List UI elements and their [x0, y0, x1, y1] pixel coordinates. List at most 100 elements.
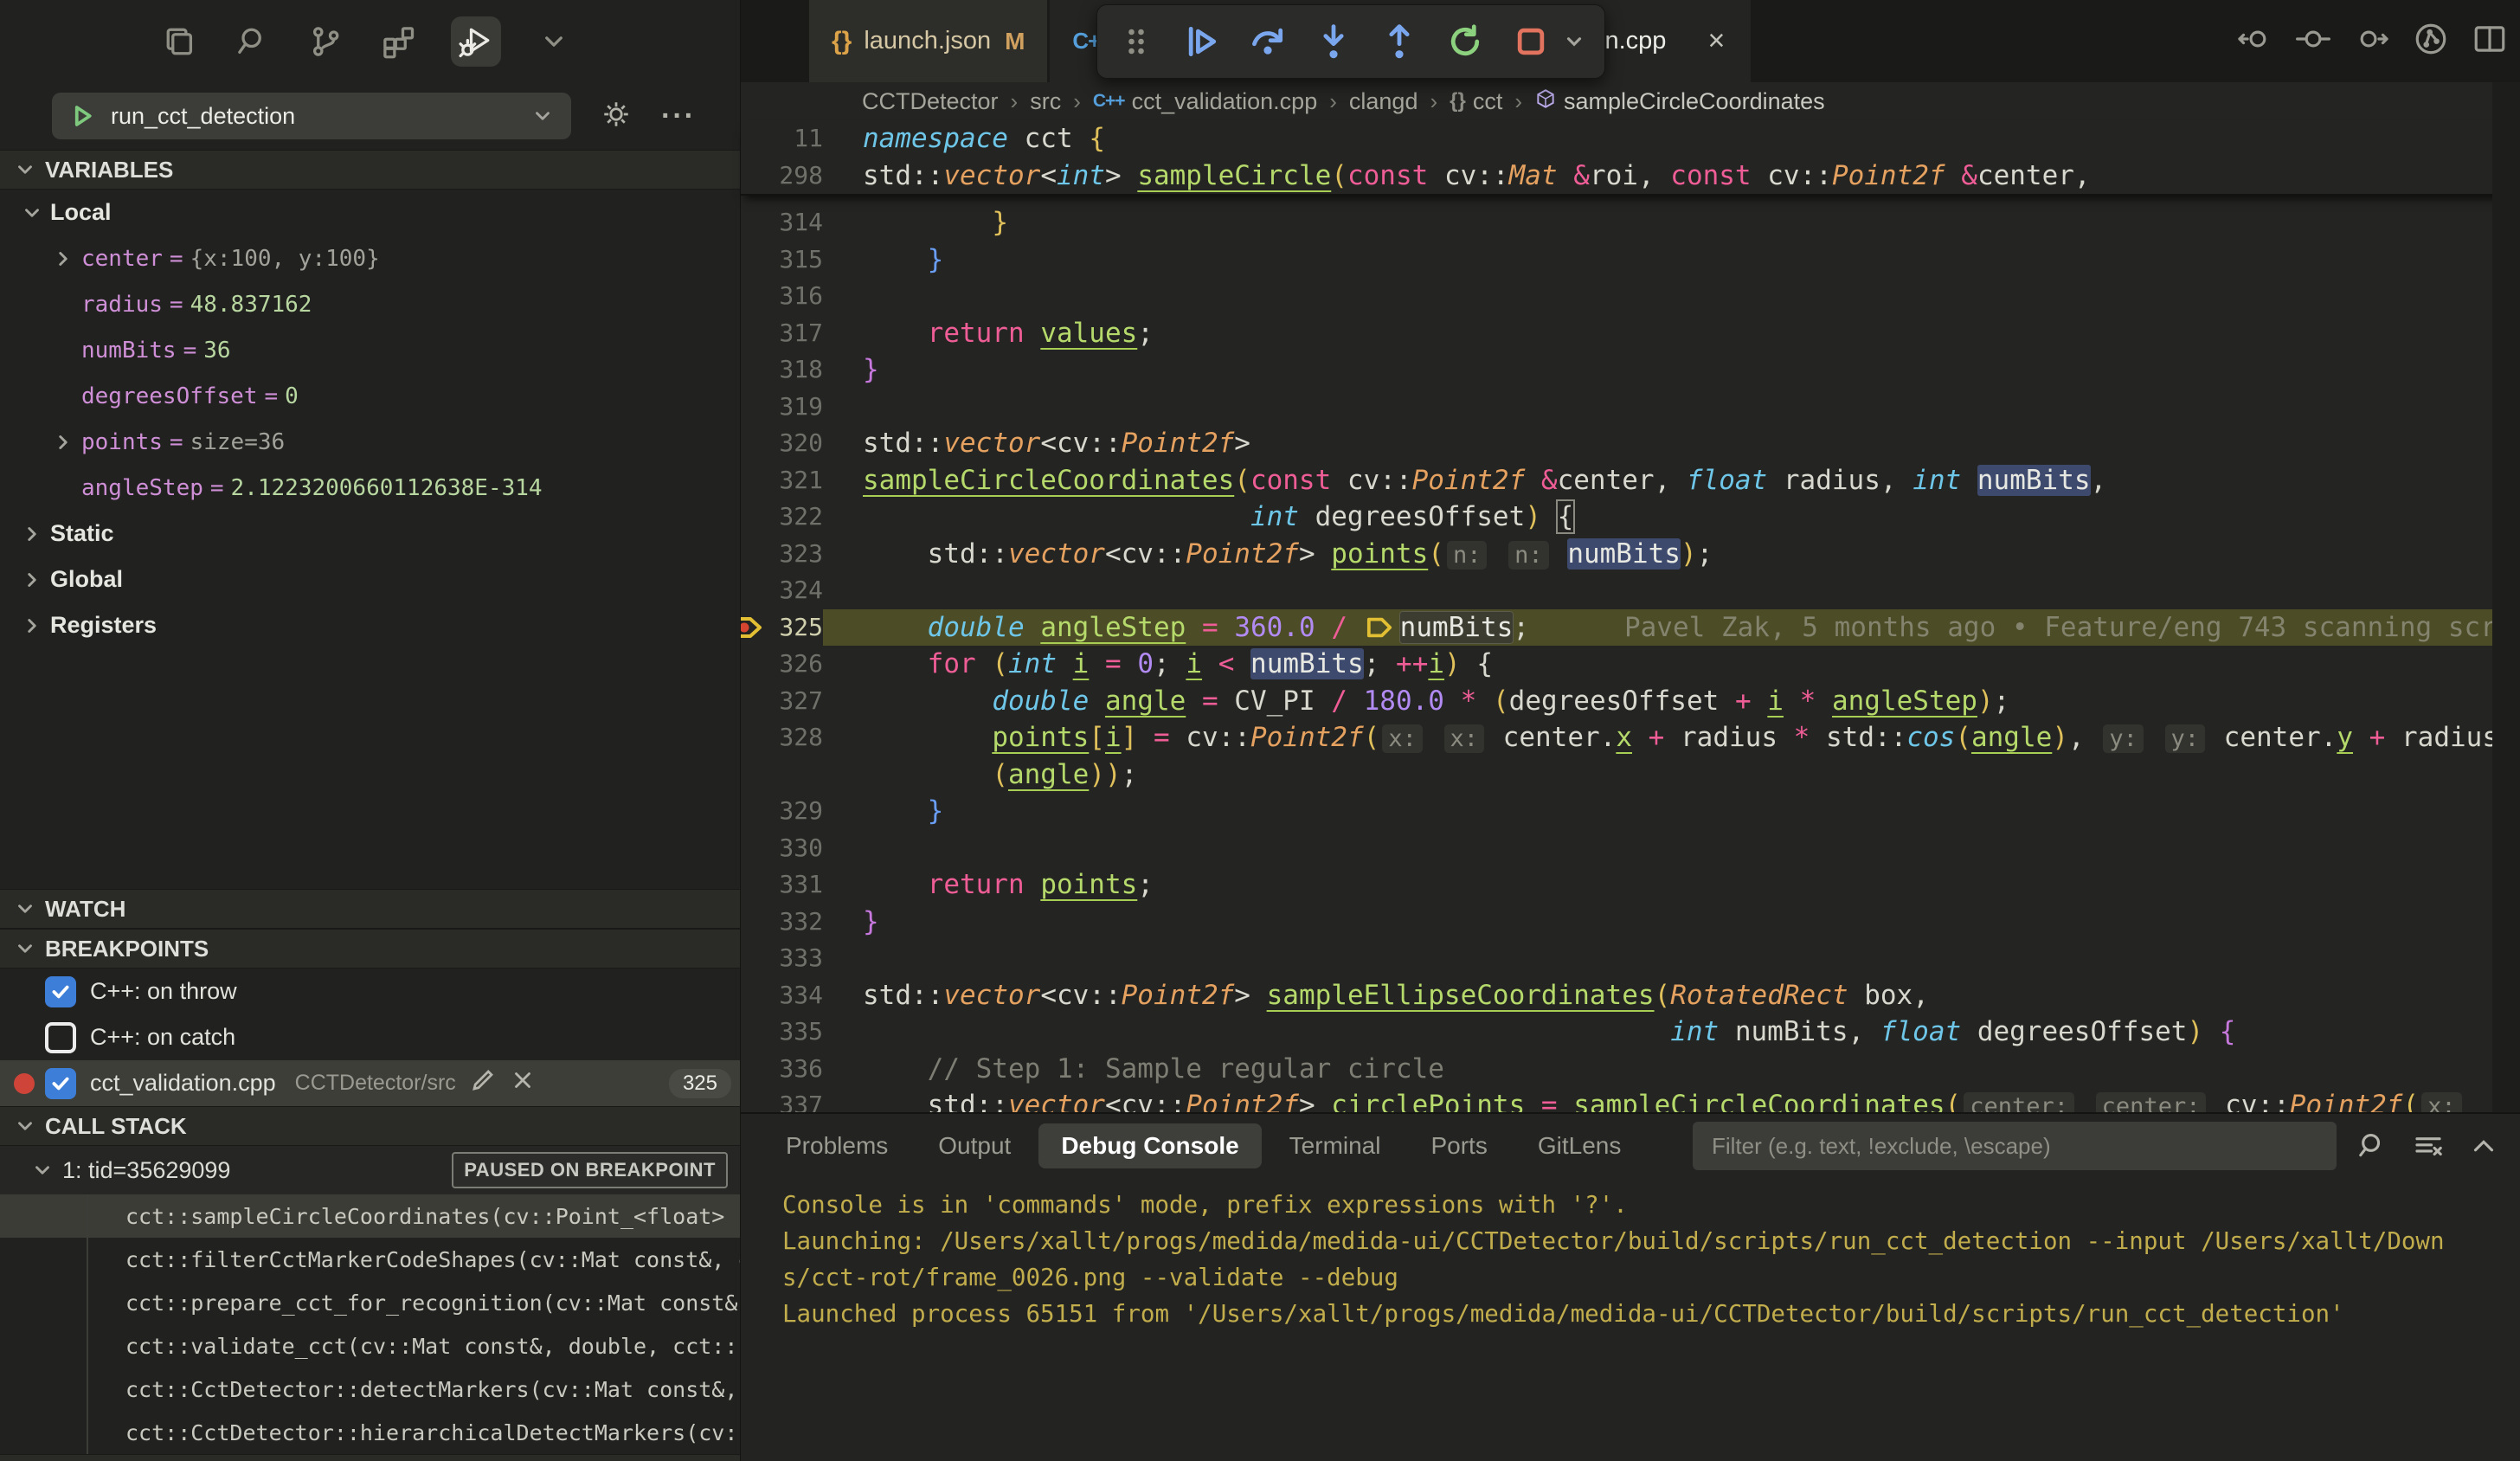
breadcrumb-item[interactable]: src — [1030, 88, 1061, 115]
call-stack-frame[interactable]: cct::prepare_cct_for_recognition(cv::Mat… — [0, 1281, 740, 1324]
call-stack-thread[interactable]: 1: tid=35629099 PAUSED ON BREAKPOINT — [0, 1146, 740, 1194]
close-icon[interactable]: × — [1708, 24, 1726, 58]
code-line[interactable]: 314 } — [741, 204, 2520, 241]
variable-row[interactable]: numBits=36 — [0, 327, 740, 373]
code-line[interactable]: (angle)); — [741, 756, 2520, 794]
line-number[interactable]: 321 — [741, 462, 823, 499]
code-line[interactable]: 316 — [741, 278, 2520, 315]
breakpoint-checkbox[interactable] — [45, 1022, 76, 1053]
modules-header[interactable]: MODULES — [0, 1454, 740, 1461]
code-line[interactable]: 318} — [741, 351, 2520, 389]
breadcrumb-item[interactable]: C++cct_validation.cpp — [1093, 88, 1317, 115]
line-number[interactable]: 330 — [741, 830, 823, 867]
panel-tab-debug-console[interactable]: Debug Console — [1038, 1123, 1261, 1168]
call-stack-frame[interactable]: cct::CctDetector::detectMarkers(cv::Mat … — [0, 1368, 740, 1411]
breakpoint-row[interactable]: C++: on catch — [0, 1014, 740, 1060]
line-number[interactable]: 335 — [741, 1014, 823, 1051]
chevron-down-icon[interactable] — [534, 22, 574, 61]
code-line[interactable]: 320std::vector<cv::Point2f> — [741, 425, 2520, 462]
nav-back-icon[interactable] — [2236, 21, 2272, 61]
split-editor-icon[interactable] — [2472, 21, 2508, 61]
nav-forward-icon[interactable] — [2354, 21, 2390, 61]
breadcrumb-item[interactable]: CCTDetector — [862, 88, 999, 115]
code-line[interactable]: 332} — [741, 904, 2520, 941]
line-number[interactable]: 334 — [741, 977, 823, 1014]
line-number[interactable]: 314 — [741, 204, 823, 241]
continue-button[interactable] — [1182, 22, 1222, 61]
line-number[interactable]: 332 — [741, 904, 823, 941]
source-control-icon[interactable] — [305, 22, 345, 61]
code-line[interactable]: 329 } — [741, 793, 2520, 830]
line-number[interactable]: 318 — [741, 351, 823, 389]
remove-breakpoint-icon[interactable] — [510, 1067, 536, 1099]
line-number[interactable]: 320 — [741, 425, 823, 462]
breadcrumb-item[interactable]: {}cct — [1450, 88, 1502, 115]
code-line[interactable]: 335 int numBits, float degreesOffset) { — [741, 1014, 2520, 1051]
code-line[interactable]: 319 — [741, 389, 2520, 426]
code-line[interactable]: 317 return values; — [741, 315, 2520, 352]
code-line[interactable]: 322 int degreesOffset) { — [741, 499, 2520, 536]
line-number[interactable] — [741, 756, 823, 794]
code-line[interactable]: 328 points[i] = cv::Point2f(x: x: center… — [741, 719, 2520, 756]
code-line[interactable]: 333 — [741, 940, 2520, 977]
breakpoint-checkbox[interactable] — [45, 976, 76, 1007]
panel-tab-ports[interactable]: Ports — [1408, 1123, 1509, 1168]
editor-scrollbar[interactable] — [2492, 82, 2520, 1112]
variable-row[interactable]: radius=48.837162 — [0, 281, 740, 327]
code-line[interactable]: 334std::vector<cv::Point2f> sampleEllips… — [741, 977, 2520, 1014]
variables-group[interactable]: Global — [0, 557, 740, 602]
code-line[interactable]: 315 } — [741, 241, 2520, 279]
chevron-up-icon[interactable] — [2465, 1127, 2503, 1165]
breakpoint-checkbox[interactable] — [45, 1068, 76, 1099]
call-stack-header[interactable]: CALL STACK — [0, 1106, 740, 1146]
line-number[interactable]: 322 — [741, 499, 823, 536]
variables-group[interactable]: Registers — [0, 602, 740, 648]
line-number[interactable]: 326 — [741, 646, 823, 683]
line-number[interactable]: 331 — [741, 866, 823, 904]
breadcrumb-item[interactable]: clangd — [1349, 88, 1418, 115]
code-line[interactable]: 330 — [741, 830, 2520, 867]
code-line[interactable]: 327 double angle = CV_PI / 180.0 * (degr… — [741, 683, 2520, 720]
stop-button[interactable] — [1511, 22, 1551, 61]
code-line[interactable]: 326 for (int i = 0; i < numBits; ++i) { — [741, 646, 2520, 683]
variables-group[interactable]: Local — [0, 190, 740, 235]
drag-handle[interactable] — [1116, 22, 1156, 61]
line-number[interactable]: 298 — [741, 158, 823, 195]
extensions-icon[interactable] — [378, 22, 418, 61]
line-number[interactable]: 325 — [741, 609, 823, 647]
edit-breakpoint-icon[interactable] — [470, 1067, 496, 1099]
restart-button[interactable] — [1445, 22, 1485, 61]
console-filter-input[interactable] — [1693, 1122, 2337, 1170]
line-number[interactable]: 329 — [741, 793, 823, 830]
tab-launch-json[interactable]: {} launch.json M — [809, 0, 1047, 82]
panel-tab-gitlens[interactable]: GitLens — [1515, 1123, 1644, 1168]
watch-header[interactable]: WATCH — [0, 889, 740, 929]
variable-row[interactable]: center={x:100, y:100} — [0, 235, 740, 281]
line-number[interactable]: 317 — [741, 315, 823, 352]
chevron-down-icon[interactable] — [1563, 30, 1585, 53]
breakpoint-circle-icon[interactable] — [2295, 21, 2331, 61]
code-line[interactable]: 11namespace cct { — [741, 120, 2520, 158]
line-number[interactable]: 324 — [741, 572, 823, 609]
panel-tab-terminal[interactable]: Terminal — [1267, 1123, 1404, 1168]
debug-console-output[interactable]: Console is in 'commands' mode, prefix ex… — [741, 1175, 2520, 1332]
variable-row[interactable]: degreesOffset=0 — [0, 373, 740, 419]
variables-header[interactable]: VARIABLES — [0, 150, 740, 190]
gear-icon[interactable] — [599, 97, 633, 136]
line-number[interactable]: 319 — [741, 389, 823, 426]
line-number[interactable]: 316 — [741, 278, 823, 315]
panel-tab-problems[interactable]: Problems — [763, 1123, 910, 1168]
code-line[interactable]: 298std::vector<int> sampleCircle(const c… — [741, 158, 2520, 195]
call-stack-frame[interactable]: cct::validate_cct(cv::Mat const&, double… — [0, 1324, 740, 1368]
call-stack-frame[interactable]: cct::sampleCircleCoordinates(cv::Point_<… — [0, 1194, 740, 1238]
call-stack-frame[interactable]: cct::CctDetector::hierarchicalDetectMark… — [0, 1411, 740, 1454]
code-line[interactable]: 325 double angleStep = 360.0 / numBits;P… — [741, 609, 2520, 647]
code-editor[interactable]: 314 }315 }316317 return values;318}31932… — [741, 196, 2520, 1121]
call-stack-frame[interactable]: cct::filterCctMarkerCodeShapes(cv::Mat c… — [0, 1238, 740, 1281]
line-number[interactable]: 333 — [741, 940, 823, 977]
files-icon[interactable] — [160, 22, 200, 61]
search-icon[interactable] — [2354, 1127, 2392, 1165]
breakpoints-header[interactable]: BREAKPOINTS — [0, 929, 740, 969]
line-number[interactable]: 327 — [741, 683, 823, 720]
code-line[interactable]: 336 // Step 1: Sample regular circle — [741, 1051, 2520, 1088]
